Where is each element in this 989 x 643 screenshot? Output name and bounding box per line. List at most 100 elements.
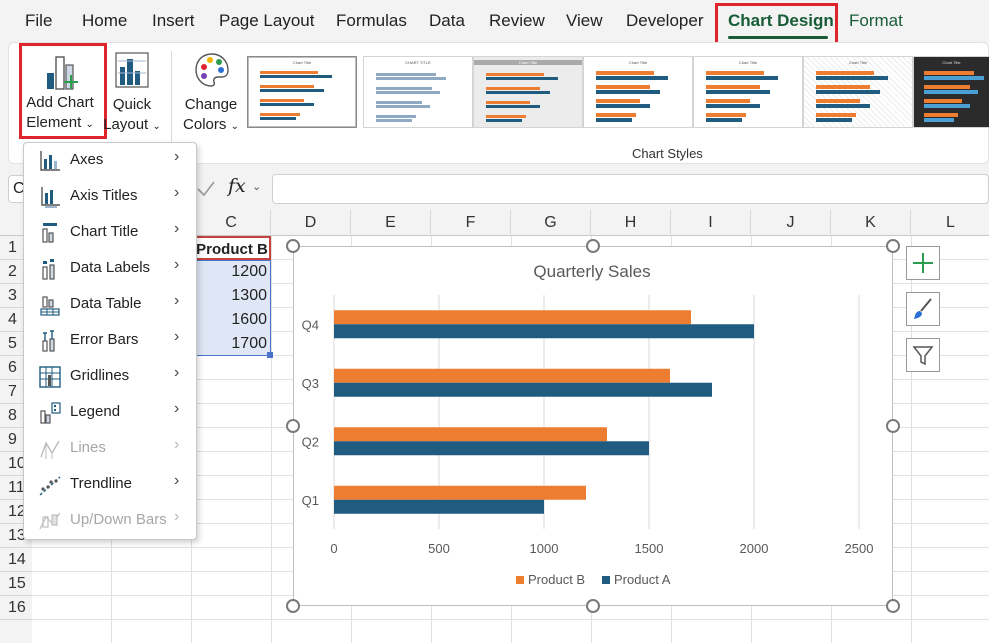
paintbrush-icon bbox=[914, 298, 932, 319]
change-colors-button[interactable]: Change Colors ⌄ bbox=[179, 49, 243, 139]
resize-handle-top[interactable] bbox=[586, 239, 600, 253]
chevron-down-icon[interactable]: ⌄ bbox=[252, 180, 261, 193]
thumbnail-title: Chart Title bbox=[942, 60, 961, 65]
bar-product-a[interactable] bbox=[334, 382, 712, 397]
quick-layout-label-2: Layout bbox=[103, 116, 149, 133]
column-header-c[interactable]: C bbox=[192, 210, 271, 236]
chevron-right-icon: › bbox=[174, 436, 180, 453]
chart-style-thumbnail-2[interactable]: CHART TITLE bbox=[363, 56, 473, 128]
cell-c1-header[interactable]: Product B bbox=[193, 236, 271, 260]
tab-view[interactable]: View bbox=[566, 11, 603, 31]
tab-format[interactable]: Format bbox=[849, 11, 903, 31]
column-header-h[interactable]: H bbox=[591, 210, 671, 236]
tab-formulas[interactable]: Formulas bbox=[336, 11, 407, 31]
menu-item-label: Chart Title bbox=[70, 223, 139, 240]
chevron-down-icon: ⌄ bbox=[230, 121, 239, 132]
bar-product-b[interactable] bbox=[334, 485, 586, 500]
chart-style-thumbnail-6[interactable]: Chart Title bbox=[803, 56, 913, 128]
chart-style-thumbnail-7[interactable]: Chart Title bbox=[913, 56, 989, 128]
resize-handle-bottom-right[interactable] bbox=[886, 599, 900, 613]
chart-elements-button[interactable] bbox=[906, 246, 940, 280]
menu-item-axis-titles[interactable]: Axis Titles › bbox=[24, 179, 196, 215]
formula-input[interactable] bbox=[272, 174, 989, 204]
chart-area[interactable]: Quarterly Sales 0 500 1000 1500 2000 2500 Q1 Q2 Q… bbox=[293, 246, 893, 606]
column-header-f[interactable]: F bbox=[431, 210, 511, 236]
resize-handle-right[interactable] bbox=[886, 419, 900, 433]
chart-design-highlight-box bbox=[715, 3, 838, 46]
tab-developer[interactable]: Developer bbox=[626, 11, 704, 31]
menu-item-label: Data Labels bbox=[70, 259, 151, 276]
ribbon-separator bbox=[171, 51, 172, 151]
menu-item-legend[interactable]: Legend › bbox=[24, 395, 196, 431]
column-header-k[interactable]: K bbox=[831, 210, 911, 236]
cell-c4[interactable]: 1600 bbox=[193, 308, 271, 332]
menu-item-data-labels[interactable]: Data Labels › bbox=[24, 251, 196, 287]
column-header-d[interactable]: D bbox=[271, 210, 351, 236]
bar-product-a[interactable] bbox=[334, 441, 649, 456]
up-down-bars-icon bbox=[39, 512, 61, 530]
chart-styles-button[interactable] bbox=[906, 292, 940, 326]
menu-item-label: Data Table bbox=[70, 295, 142, 312]
menu-item-label: Error Bars bbox=[70, 331, 139, 348]
tab-page-layout[interactable]: Page Layout bbox=[219, 11, 314, 31]
tab-file[interactable]: File bbox=[25, 11, 52, 31]
menu-item-data-table[interactable]: Data Table › bbox=[24, 287, 196, 323]
resize-handle-left[interactable] bbox=[286, 419, 300, 433]
menu-item-gridlines[interactable]: Gridlines › bbox=[24, 359, 196, 395]
lines-icon bbox=[40, 440, 60, 459]
cell-c3[interactable]: 1300 bbox=[193, 284, 271, 308]
x-tick-label: 2000 bbox=[740, 541, 769, 556]
x-tick-label: 1500 bbox=[635, 541, 664, 556]
resize-handle-bottom-left[interactable] bbox=[286, 599, 300, 613]
bar-product-b[interactable] bbox=[334, 310, 691, 325]
row-header[interactable]: 14 bbox=[0, 548, 32, 572]
fill-handle[interactable] bbox=[267, 352, 273, 358]
menu-item-trendline[interactable]: Trendline › bbox=[24, 467, 196, 503]
bar-product-a[interactable] bbox=[334, 499, 544, 514]
quick-layout-button[interactable]: Quick Layout ⌄ bbox=[103, 49, 161, 139]
resize-handle-bottom[interactable] bbox=[586, 599, 600, 613]
tab-home[interactable]: Home bbox=[82, 11, 127, 31]
legend-label[interactable]: Product A bbox=[614, 572, 671, 587]
menu-item-chart-title[interactable]: Chart Title › bbox=[24, 215, 196, 251]
tab-data[interactable]: Data bbox=[429, 11, 465, 31]
row-header[interactable]: 16 bbox=[0, 596, 32, 620]
chart-style-thumbnail-4[interactable]: Chart Title bbox=[583, 56, 693, 128]
column-header-g[interactable]: G bbox=[511, 210, 591, 236]
column-header-i[interactable]: I bbox=[671, 210, 751, 236]
resize-handle-top-right[interactable] bbox=[886, 239, 900, 253]
chart-style-thumbnail-5[interactable]: Chart Title bbox=[693, 56, 803, 128]
add-chart-element-highlight-box bbox=[19, 43, 107, 139]
resize-handle-top-left[interactable] bbox=[286, 239, 300, 253]
column-header-j[interactable]: J bbox=[751, 210, 831, 236]
menu-item-label: Gridlines bbox=[70, 367, 130, 384]
column-header-l[interactable]: L bbox=[911, 210, 989, 236]
chart-title[interactable]: Quarterly Sales bbox=[533, 262, 650, 281]
enter-check-icon[interactable] bbox=[196, 180, 216, 198]
insert-function-button[interactable]: fx bbox=[228, 175, 246, 197]
bar-product-b[interactable] bbox=[334, 368, 670, 383]
cell-c2[interactable]: 1200 bbox=[193, 260, 271, 284]
axis-titles-icon bbox=[41, 187, 60, 208]
cell-c5[interactable]: 1700 bbox=[193, 332, 271, 356]
chart-style-thumbnail-1[interactable]: Chart Title bbox=[247, 56, 357, 128]
x-tick-label: 1000 bbox=[530, 541, 559, 556]
column-header-e[interactable]: E bbox=[351, 210, 431, 236]
menu-item-label: Lines bbox=[70, 439, 106, 456]
chart-styles-group-label: Chart Styles bbox=[632, 146, 703, 161]
menu-item-axes[interactable]: Axes › bbox=[24, 143, 196, 179]
change-colors-label-1: Change bbox=[184, 96, 238, 113]
legend-icon bbox=[40, 402, 61, 424]
legend-swatch bbox=[602, 576, 610, 584]
row-header[interactable]: 15 bbox=[0, 572, 32, 596]
menu-item-error-bars[interactable]: Error Bars › bbox=[24, 323, 196, 359]
bar-product-b[interactable] bbox=[334, 427, 607, 442]
bar-chart: Quarterly Sales 0 500 1000 1500 2000 2500 Q1 Q2 Q… bbox=[302, 262, 874, 587]
bar-product-a[interactable] bbox=[334, 324, 754, 339]
legend-label[interactable]: Product B bbox=[528, 572, 585, 587]
chart-style-thumbnail-3[interactable]: Chart Title bbox=[473, 56, 583, 128]
quick-layout-label-2-wrap: Layout ⌄ bbox=[103, 115, 161, 137]
tab-review[interactable]: Review bbox=[489, 11, 545, 31]
chart-filters-button[interactable] bbox=[906, 338, 940, 372]
tab-insert[interactable]: Insert bbox=[152, 11, 195, 31]
